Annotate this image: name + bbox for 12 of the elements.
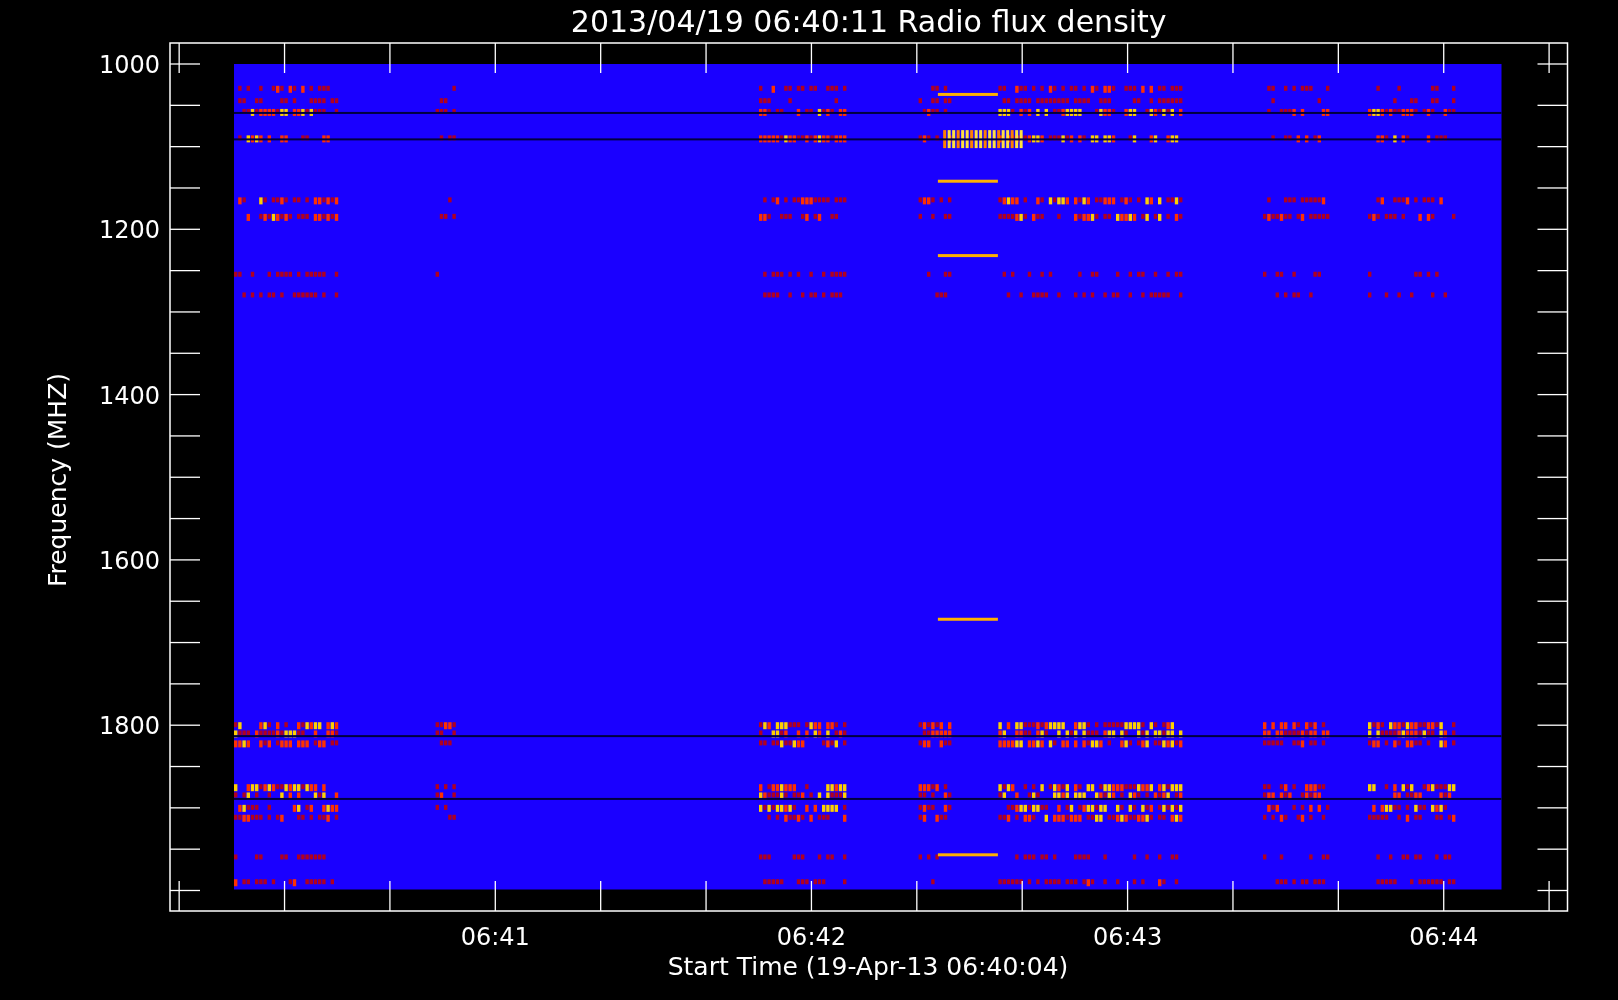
- y-tick-label: 1400: [98, 381, 160, 410]
- x-tick-label: 06:41: [460, 923, 530, 951]
- x-tick-label: 06:42: [776, 923, 847, 951]
- y-tick-label: 1600: [98, 546, 160, 575]
- x-tick-label: 06:43: [1093, 923, 1163, 951]
- y-tick-label: 1000: [98, 51, 160, 79]
- x-axis-label: Start Time (19-Apr-13 06:40:04): [667, 952, 1069, 981]
- y-tick-label: 1800: [98, 712, 160, 741]
- x-tick-label: 06:44: [1409, 923, 1479, 951]
- y-axis-label: Frequency (MHZ): [43, 372, 72, 588]
- plot-title: 2013/04/19 06:40:11 Radio flux density: [570, 4, 1167, 39]
- y-tick-label: 1200: [98, 216, 160, 245]
